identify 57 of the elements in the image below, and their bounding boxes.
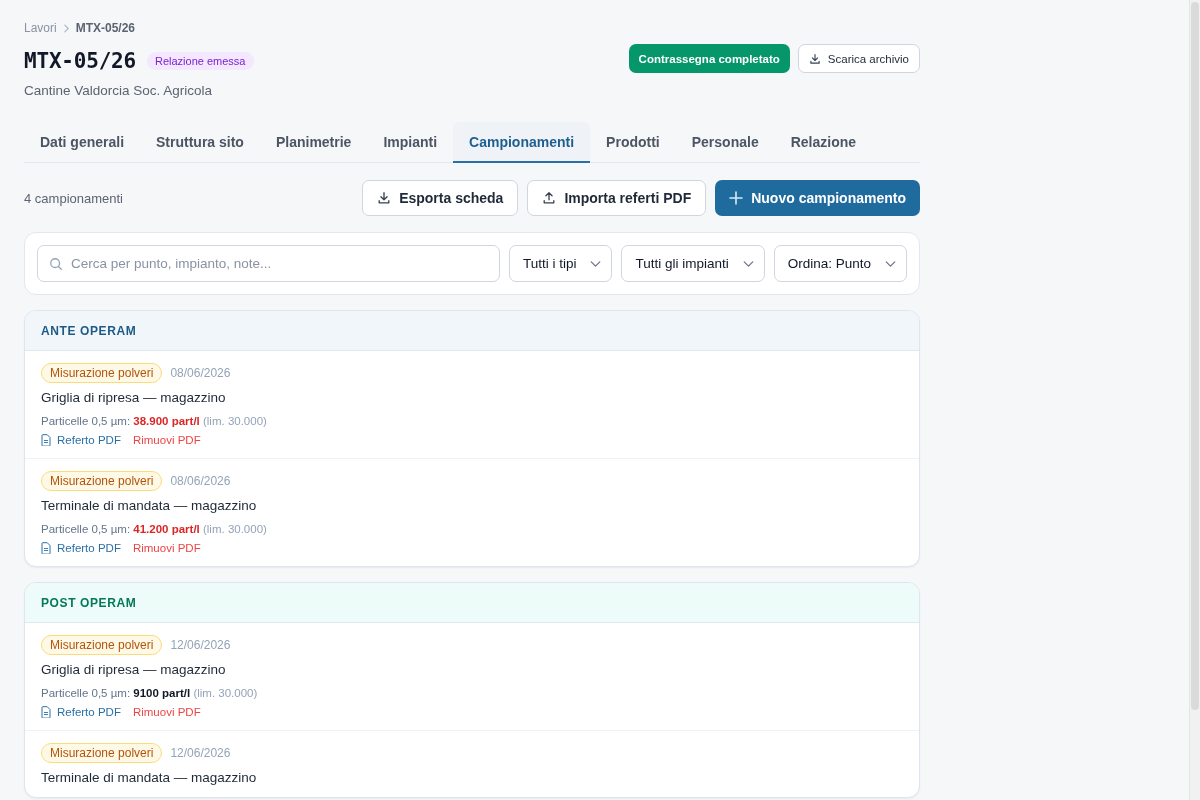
type-badge: Misurazione polveri [41,471,163,491]
document-icon [41,434,51,446]
search-icon [49,257,63,271]
measurement-text: Particelle 0,5 µm: 9100 part/l (lim. 30.000) [41,686,259,701]
remove-link[interactable]: Rimuovi PDF [132,432,201,448]
type-badge: Misurazione polveri [41,363,163,383]
group-title: POST OPERAM [41,595,137,610]
download-button[interactable]: Scarica archivio [797,44,920,73]
sample-title: Griglia di ripresa — magazzino [41,389,227,407]
new-button[interactable]: Nuovo campionamento [715,180,920,216]
tab[interactable]: Struttura sito [140,122,260,163]
sample-date: 12/06/2026 [170,638,231,652]
filter-dropdown[interactable]: Ordina: Punto [773,245,907,282]
tab[interactable]: Campionamenti [453,122,591,163]
tab[interactable]: Impianti [367,122,454,163]
remove-link[interactable]: Rimuovi PDF [132,704,201,720]
chevron-right-icon [63,23,69,33]
document-icon [41,542,51,554]
measurement-text: Particelle 0,5 µm: 41.200 part/l (lim. 30.000) [41,522,268,537]
tab[interactable]: Prodotti [590,122,676,163]
document-icon [41,706,51,718]
filter-dropdown[interactable]: Tutti i tipi [508,245,613,282]
search-field[interactable]: Cerca per punto, impianto, note... [37,245,500,282]
remove-link[interactable]: Rimuovi PDF [132,540,201,556]
chevron-down-icon [742,260,754,267]
sample-date: 08/06/2026 [170,366,231,380]
tab[interactable]: Relazione [774,122,873,163]
breadcrumb-current: MTX-05/26 [75,21,136,35]
report-link[interactable]: Referto PDF [41,704,121,720]
download-button[interactable]: Esporta scheda [362,180,519,216]
complete-button[interactable]: Contrassegna completato [628,44,790,73]
tab[interactable]: Personale [675,122,775,163]
type-badge: Misurazione polveri [41,743,163,763]
download-icon [377,191,392,205]
report-link[interactable]: Referto PDF [41,432,121,448]
sample-title: Griglia di ripresa — magazzino [41,661,227,679]
sample-date: 12/06/2026 [170,746,231,760]
measurement-text: Particelle 0,5 µm: 38.900 part/l (lim. 30.000) [41,414,268,429]
page-title: MTX-05/26 [24,49,136,73]
tab[interactable]: Dati generali [24,122,141,163]
sample-date: 08/06/2026 [170,474,231,488]
report-link[interactable]: Referto PDF [41,540,121,556]
sample-count: 4 campionamenti [24,190,123,206]
chevron-down-icon [885,260,896,267]
client-name: Cantine Valdorcia Soc. Agricola [24,83,214,98]
sample-title: Terminale di mandata — magazzino [41,497,258,515]
type-badge: Misurazione polveri [41,635,163,655]
chevron-down-icon [590,260,602,267]
plus-icon [729,191,744,205]
filter-dropdown[interactable]: Tutti gli impianti [621,245,765,282]
upload-button[interactable]: Importa referti PDF [527,180,707,216]
tab[interactable]: Planimetrie [259,122,368,163]
group-title: ANTE OPERAM [41,323,137,338]
sample-title: Terminale di mandata — magazzino [41,769,258,787]
status-badge: Relazione emessa [147,52,254,70]
upload-icon [542,191,557,205]
download-icon [808,52,821,65]
